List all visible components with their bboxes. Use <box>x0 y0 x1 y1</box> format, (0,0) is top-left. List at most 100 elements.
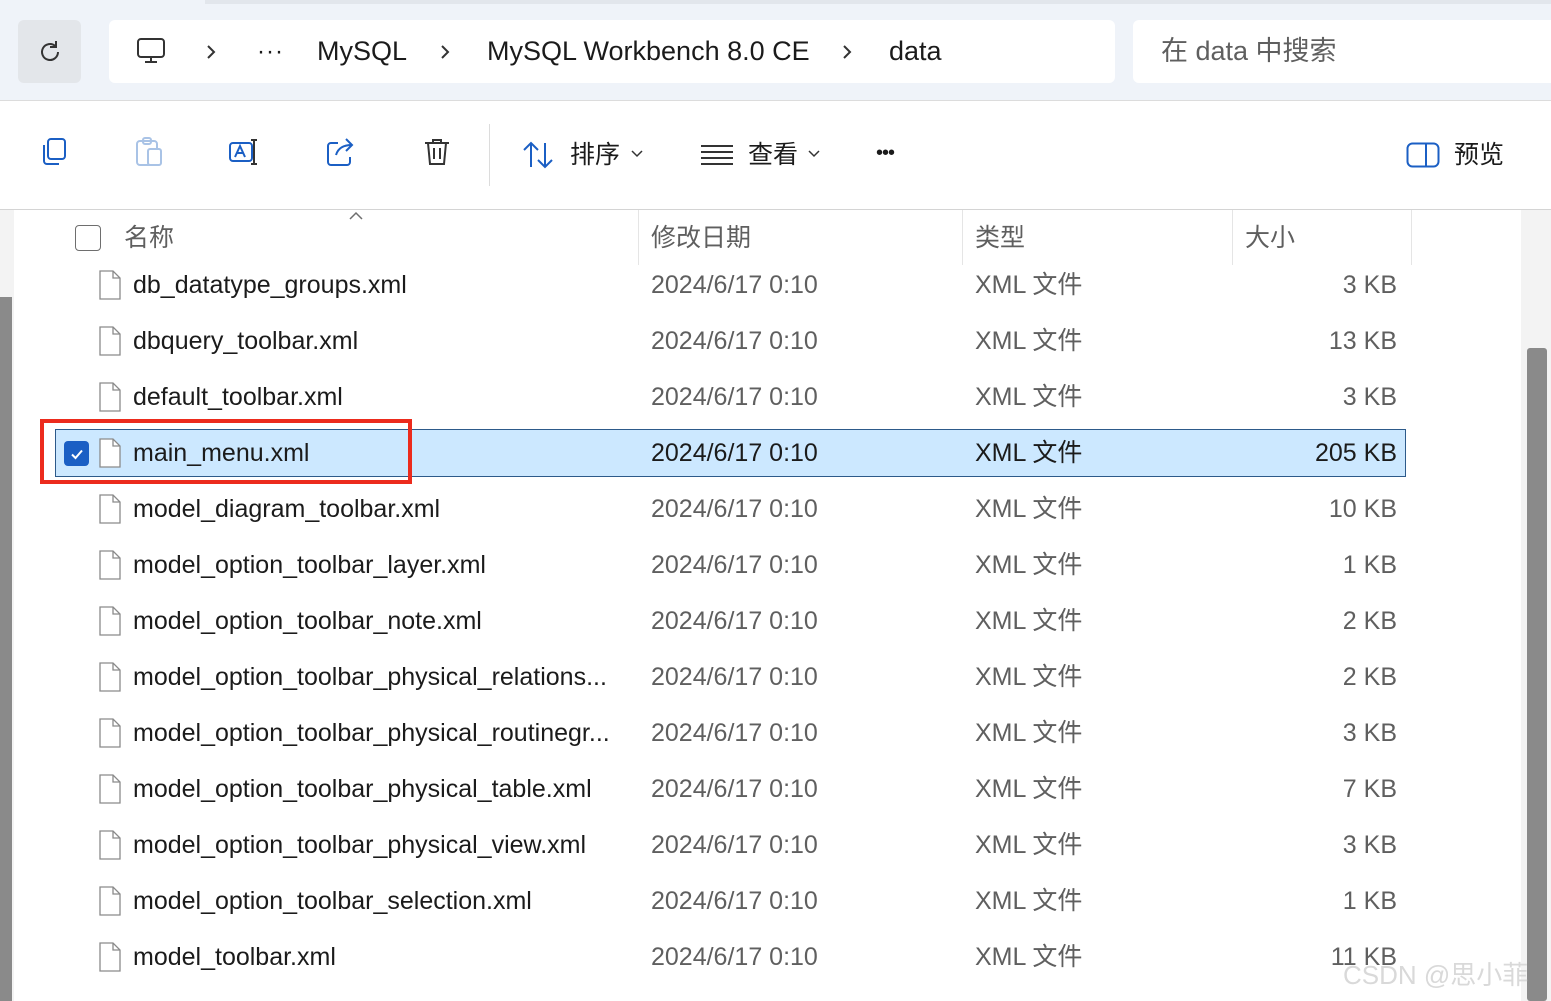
chevron-down-icon <box>808 150 820 158</box>
computer-icon[interactable] <box>135 35 167 67</box>
sort-icon <box>523 141 553 169</box>
file-type: XML 文件 <box>975 663 1083 691</box>
column-header-date[interactable]: 修改日期 <box>651 213 751 263</box>
breadcrumb-item-workbench[interactable]: MySQL Workbench 8.0 CE <box>487 20 810 83</box>
file-icon <box>98 382 122 412</box>
more-options-button[interactable]: ••• <box>876 135 916 175</box>
file-icon <box>98 326 122 356</box>
file-name[interactable]: db_datatype_groups.xml <box>133 262 407 308</box>
file-name[interactable]: dbquery_toolbar.xml <box>133 318 358 364</box>
file-size: 3 KB <box>1342 271 1397 299</box>
column-header-type[interactable]: 类型 <box>975 213 1025 263</box>
file-date: 2024/6/17 0:10 <box>651 887 818 915</box>
column-divider[interactable] <box>962 210 963 265</box>
file-date: 2024/6/17 0:10 <box>651 383 818 411</box>
view-label: 查看 <box>748 141 799 169</box>
chevron-right-icon[interactable] <box>435 42 455 62</box>
preview-label: 预览 <box>1454 141 1505 169</box>
file-type: XML 文件 <box>975 551 1083 579</box>
file-row[interactable]: model_option_toolbar_physical_routinegr.… <box>56 710 1405 756</box>
breadcrumb-overflow[interactable]: ··· <box>257 20 284 83</box>
file-name[interactable]: model_option_toolbar_physical_routinegr.… <box>133 710 610 756</box>
more-icon: ••• <box>876 142 895 164</box>
file-type: XML 文件 <box>975 719 1083 747</box>
rename-icon <box>229 139 257 165</box>
file-size: 3 KB <box>1342 719 1397 747</box>
breadcrumb-item-data[interactable]: data <box>889 20 942 83</box>
refresh-button[interactable] <box>18 20 81 83</box>
file-size: 10 KB <box>1328 495 1397 523</box>
file-row[interactable]: model_option_toolbar_physical_view.xml 20… <box>56 822 1405 868</box>
search-input[interactable]: 在 data 中搜索 <box>1133 20 1551 83</box>
file-type: XML 文件 <box>975 943 1083 971</box>
column-header-name[interactable]: 名称 <box>124 213 174 263</box>
file-icon <box>98 830 122 860</box>
file-row[interactable]: dbquery_toolbar.xml 2024/6/17 0:10 XML 文件 1… <box>56 318 1405 364</box>
file-name[interactable]: model_toolbar.xml <box>133 934 336 980</box>
file-icon <box>98 662 122 692</box>
file-row[interactable]: default_toolbar.xml 2024/6/17 0:10 XML 文件 3… <box>56 374 1405 420</box>
file-type: XML 文件 <box>975 607 1083 635</box>
file-row[interactable]: db_datatype_groups.xml 2024/6/17 0:10 XML … <box>56 262 1405 308</box>
file-size: 2 KB <box>1342 663 1397 691</box>
navigation-scrollbar[interactable] <box>0 297 12 1001</box>
trash-icon <box>425 139 449 165</box>
column-header-size[interactable]: 大小 <box>1245 213 1295 263</box>
column-divider[interactable] <box>638 210 639 265</box>
file-row[interactable]: model_toolbar.xml 2024/6/17 0:10 XML 文件 11 … <box>56 934 1405 980</box>
sort-button[interactable]: 排序 <box>521 135 651 175</box>
view-button[interactable]: 查看 <box>700 135 830 175</box>
file-name[interactable]: model_option_toolbar_note.xml <box>133 598 482 644</box>
file-name[interactable]: model_option_toolbar_physical_relations.… <box>133 654 607 700</box>
file-row[interactable]: model_option_toolbar_note.xml 2024/6/17 0… <box>56 598 1405 644</box>
copy-icon <box>43 138 66 165</box>
select-all-checkbox[interactable] <box>75 225 101 251</box>
file-type: XML 文件 <box>975 831 1083 859</box>
file-type: XML 文件 <box>975 775 1083 803</box>
share-button[interactable] <box>324 135 358 169</box>
share-icon <box>327 138 354 166</box>
file-name[interactable]: model_option_toolbar_physical_table.xml <box>133 766 592 812</box>
file-name[interactable]: model_diagram_toolbar.xml <box>133 486 440 532</box>
file-row[interactable]: model_option_toolbar_physical_table.xml 2… <box>56 766 1405 812</box>
paste-icon <box>136 137 162 166</box>
file-size: 3 KB <box>1342 831 1397 859</box>
file-size: 7 KB <box>1342 775 1397 803</box>
delete-button[interactable] <box>420 135 454 169</box>
file-icon <box>98 270 122 300</box>
file-icon <box>98 718 122 748</box>
file-icon <box>98 774 122 804</box>
chevron-down-icon <box>631 150 643 158</box>
file-size: 3 KB <box>1342 383 1397 411</box>
preview-button[interactable]: 预览 <box>1406 135 1516 175</box>
file-name[interactable]: model_option_toolbar_layer.xml <box>133 542 486 588</box>
watermark: CSDN @思小菲 <box>1343 960 1529 990</box>
file-size: 1 KB <box>1342 887 1397 915</box>
file-date: 2024/6/17 0:10 <box>651 327 818 355</box>
file-type: XML 文件 <box>975 327 1083 355</box>
paste-button[interactable] <box>132 135 166 169</box>
file-row[interactable]: model_option_toolbar_layer.xml 2024/6/17 … <box>56 542 1405 588</box>
chevron-right-icon[interactable] <box>837 42 857 62</box>
file-row[interactable]: model_diagram_toolbar.xml 2024/6/17 0:10 X… <box>56 486 1405 532</box>
file-name[interactable]: model_option_toolbar_selection.xml <box>133 878 532 924</box>
file-type: XML 文件 <box>975 495 1083 523</box>
copy-button[interactable] <box>36 135 70 169</box>
file-row[interactable]: model_option_toolbar_selection.xml 2024/6… <box>56 878 1405 924</box>
file-row[interactable]: model_option_toolbar_physical_relations.… <box>56 654 1405 700</box>
file-type: XML 文件 <box>975 271 1083 299</box>
file-icon <box>98 550 122 580</box>
preview-pane-icon <box>1406 142 1440 168</box>
scrollbar-thumb[interactable] <box>1527 348 1547 1001</box>
file-date: 2024/6/17 0:10 <box>651 943 818 971</box>
column-divider[interactable] <box>1232 210 1233 265</box>
file-name[interactable]: model_option_toolbar_physical_view.xml <box>133 822 586 868</box>
breadcrumb[interactable]: ··· MySQL MySQL Workbench 8.0 CE data <box>109 20 1115 83</box>
chevron-right-icon[interactable] <box>201 42 221 62</box>
file-size: 1 KB <box>1342 551 1397 579</box>
rename-button[interactable] <box>228 135 262 169</box>
breadcrumb-item-mysql[interactable]: MySQL <box>317 20 407 83</box>
file-name[interactable]: default_toolbar.xml <box>133 374 343 420</box>
file-date: 2024/6/17 0:10 <box>651 551 818 579</box>
column-divider[interactable] <box>1411 210 1412 265</box>
